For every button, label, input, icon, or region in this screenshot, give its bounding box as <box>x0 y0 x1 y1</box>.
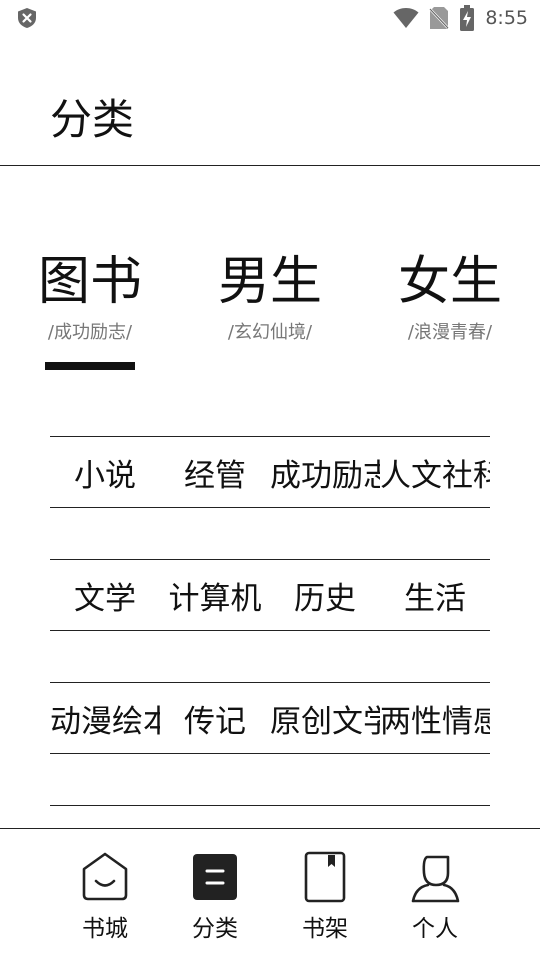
tab-books[interactable]: 图书 /成功励志/ <box>0 250 180 344</box>
status-time: 8:55 <box>485 7 528 29</box>
genre-item[interactable]: 历史 <box>270 573 380 618</box>
genre-item[interactable]: 生活 <box>380 573 490 618</box>
genre-item[interactable]: 传记 <box>160 696 270 741</box>
nav-item-bookstore[interactable]: 书城 <box>50 851 160 943</box>
nav-item-category[interactable]: 分类 <box>160 851 270 943</box>
nav-item-bookshelf[interactable]: 书架 <box>270 851 380 943</box>
genre-item[interactable]: 文学 <box>50 573 160 618</box>
battery-charging-icon <box>460 5 475 31</box>
genre-row: 小说 经管 成功励志 人文社科 <box>50 436 490 508</box>
genre-item[interactable]: 经管 <box>160 450 270 495</box>
genre-item[interactable]: 计算机 <box>160 573 270 618</box>
genre-row: 动漫绘本 传记 原创文学 两性情感 <box>50 682 490 754</box>
genre-list: 小说 经管 成功励志 人文社科 文学 计算机 历史 生活 动漫绘本 传记 原创文… <box>0 436 540 828</box>
tab-subtitle: /浪漫青春/ <box>407 322 493 343</box>
genre-item[interactable]: 原创文学 <box>270 696 380 741</box>
genre-item[interactable]: 两性情感 <box>380 696 490 741</box>
status-bar: 8:55 <box>0 0 540 36</box>
tab-female[interactable]: 女生 /浪漫青春/ <box>360 250 540 344</box>
title-bar: 分类 <box>0 36 540 166</box>
tab-label: 男生 <box>217 252 322 312</box>
category-icon <box>193 854 237 900</box>
genre-item[interactable]: 动漫绘本 <box>50 696 160 741</box>
nav-label: 分类 <box>192 916 238 942</box>
profile-icon <box>411 855 460 903</box>
page-title: 分类 <box>50 95 135 144</box>
tab-subtitle: /成功励志/ <box>47 322 133 343</box>
nav-label: 书城 <box>82 916 128 942</box>
nav-item-profile[interactable]: 个人 <box>380 851 490 943</box>
genre-item[interactable]: 成功励志 <box>270 450 380 495</box>
category-tabs: 图书 /成功励志/ 男生 /玄幻仙境/ 女生 /浪漫青春/ <box>0 250 540 380</box>
nav-label: 个人 <box>412 916 458 942</box>
genre-row <box>50 805 490 828</box>
no-sim-icon <box>429 7 450 29</box>
bottom-nav: 书城 分类 书架 个人 <box>0 828 540 960</box>
tab-male[interactable]: 男生 /玄幻仙境/ <box>180 250 360 344</box>
bookshelf-icon <box>304 851 346 903</box>
home-icon <box>82 852 128 901</box>
nav-label: 书架 <box>302 916 348 942</box>
tab-label: 图书 <box>37 252 142 312</box>
genre-row: 文学 计算机 历史 生活 <box>50 559 490 631</box>
shield-icon <box>18 8 36 28</box>
tab-subtitle: /玄幻仙境/ <box>227 322 313 343</box>
tab-selected-indicator <box>45 362 135 370</box>
genre-item[interactable]: 小说 <box>50 450 160 495</box>
genre-item[interactable]: 人文社科 <box>380 450 490 495</box>
wifi-icon <box>393 8 419 28</box>
tab-label: 女生 <box>397 252 502 312</box>
